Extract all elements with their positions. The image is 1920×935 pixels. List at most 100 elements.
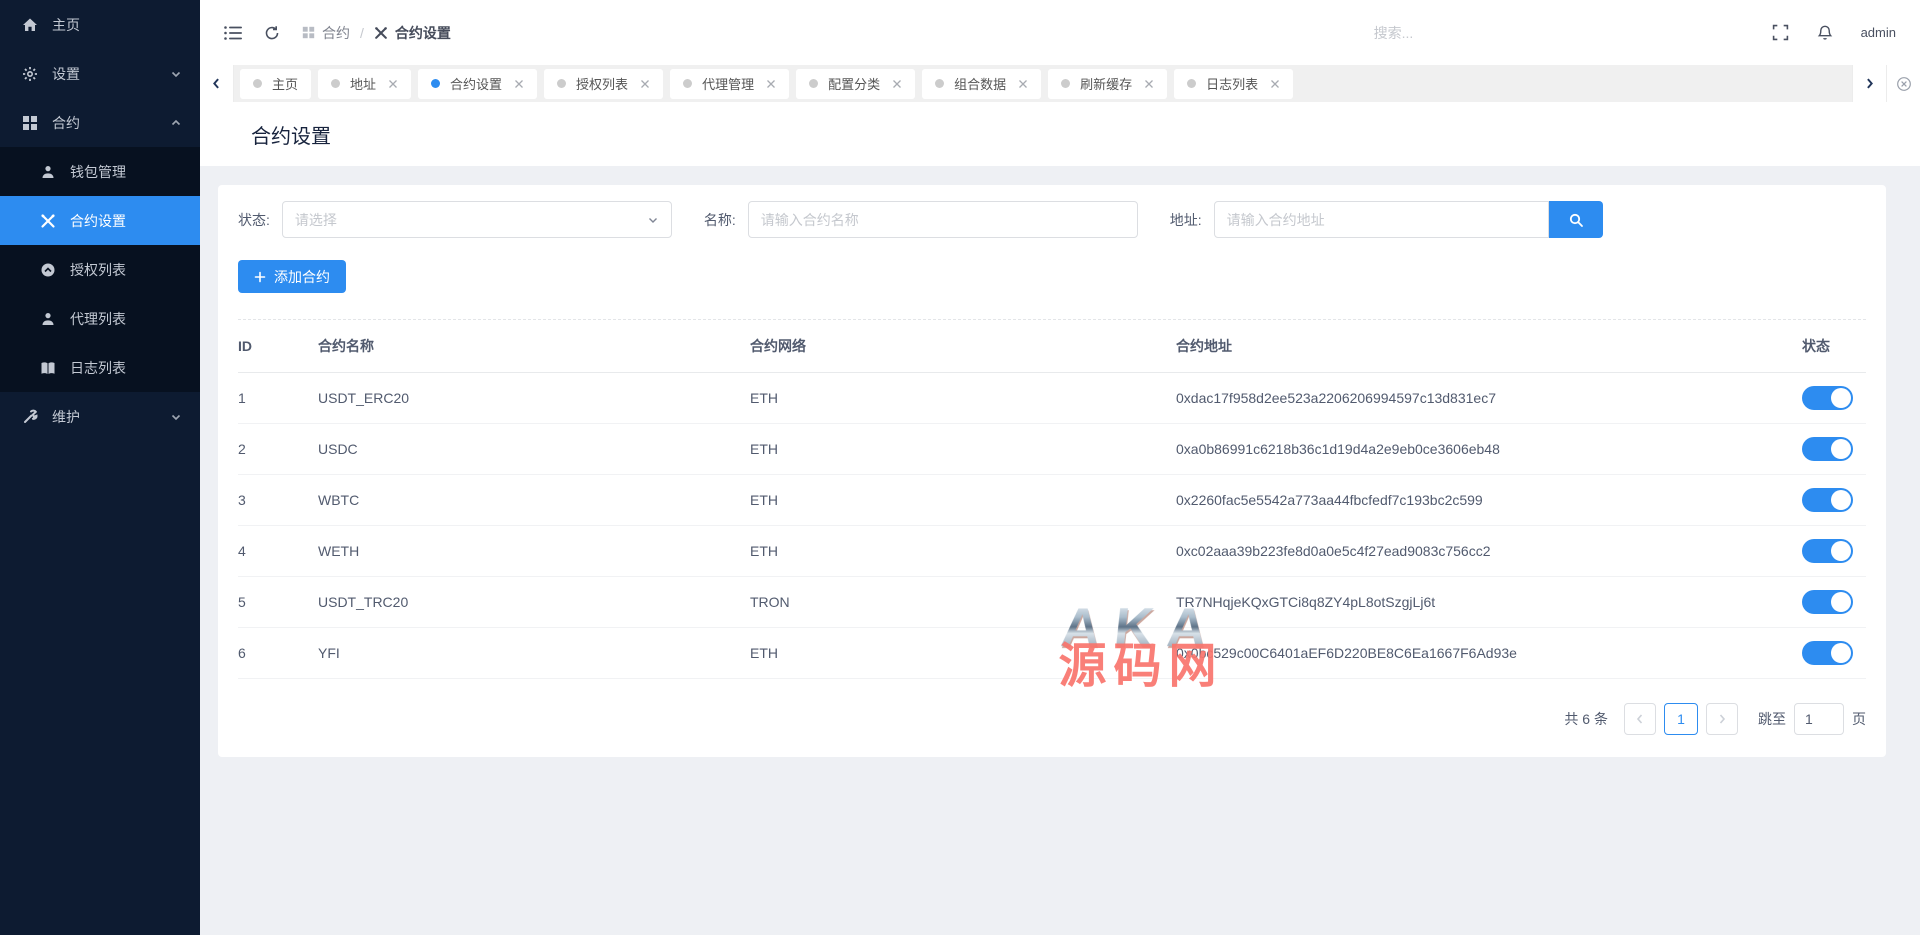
add-contract-button[interactable]: 添加合约 [238, 260, 346, 293]
fullscreen-icon[interactable] [1772, 24, 1789, 41]
sidebar-item-maintenance[interactable]: 维护 [0, 392, 200, 441]
sidebar-item-label: 授权列表 [70, 260, 182, 280]
sidebar-item-label: 主页 [52, 15, 182, 35]
content-area: 状态: 请选择 名称: 地址: [200, 166, 1920, 935]
cell-id: 3 [238, 475, 318, 526]
add-contract-label: 添加合约 [274, 267, 330, 287]
status-select[interactable]: 请选择 [282, 201, 672, 238]
name-input[interactable] [748, 201, 1138, 238]
tools-icon [374, 26, 388, 40]
toggle-knob [1831, 490, 1851, 510]
user-menu[interactable]: admin [1861, 25, 1896, 40]
sidebar-item-contract-settings[interactable]: 合约设置 [0, 196, 200, 245]
app-window: 主页 设置 合约 钱包管理 [0, 0, 1920, 935]
pagination-jump-input[interactable] [1794, 703, 1844, 735]
search-button[interactable] [1549, 201, 1603, 238]
tab-dot-icon [809, 79, 818, 88]
search-input[interactable]: 搜索... [1374, 23, 1594, 43]
tab-auth-list[interactable]: 授权列表 [544, 69, 663, 99]
tab-dot-icon [557, 79, 566, 88]
sidebar-item-log-list[interactable]: 日志列表 [0, 343, 200, 392]
bell-icon[interactable] [1817, 24, 1833, 41]
chevron-up-icon [170, 117, 182, 129]
sidebar-item-label: 钱包管理 [70, 162, 182, 182]
cell-network: ETH [750, 373, 1176, 424]
tab-close-icon[interactable] [1270, 79, 1280, 89]
status-toggle[interactable] [1802, 437, 1853, 461]
tab-close-icon[interactable] [388, 79, 398, 89]
tab-close-icon[interactable] [892, 79, 902, 89]
title-band: 合约设置 [200, 102, 1920, 166]
tab-dot-icon [431, 79, 440, 88]
topbar-right: 搜索... admin [1374, 23, 1896, 43]
toggle-knob [1831, 439, 1851, 459]
cell-address: 0xc02aaa39b223fe8d0a0e5c4f27ead9083c756c… [1176, 526, 1802, 577]
chevron-down-icon [170, 411, 182, 423]
tab-label: 主页 [272, 74, 298, 93]
address-label: 地址: [1170, 210, 1202, 230]
column-header-status: 状态 [1802, 320, 1866, 373]
cell-id: 1 [238, 373, 318, 424]
tab-label: 组合数据 [954, 74, 1006, 93]
tab-config-category[interactable]: 配置分类 [796, 69, 915, 99]
filter-status: 状态: 请选择 [238, 201, 672, 238]
filter-row: 状态: 请选择 名称: 地址: [238, 201, 1866, 238]
status-toggle[interactable] [1802, 386, 1853, 410]
pagination-prev-button[interactable] [1624, 703, 1656, 735]
address-input[interactable] [1214, 201, 1549, 238]
pagination-page-1[interactable]: 1 [1664, 703, 1698, 735]
cell-id: 6 [238, 628, 318, 679]
filter-address: 地址: [1170, 201, 1603, 238]
status-toggle[interactable] [1802, 488, 1853, 512]
status-toggle[interactable] [1802, 590, 1853, 614]
book-icon [40, 360, 56, 376]
tab-close-icon[interactable] [766, 79, 776, 89]
table-row: 2 USDC ETH 0xa0b86991c6218b36c1d19d4a2e9… [238, 424, 1866, 475]
toggle-knob [1831, 388, 1851, 408]
pagination-next-button[interactable] [1706, 703, 1738, 735]
tab-combo-data[interactable]: 组合数据 [922, 69, 1041, 99]
cell-name: USDC [318, 424, 750, 475]
tab-refresh-cache[interactable]: 刷新缓存 [1048, 69, 1167, 99]
tabs-scroll-left-button[interactable] [200, 65, 234, 102]
tab-close-icon[interactable] [1018, 79, 1028, 89]
tabs-close-all-button[interactable] [1886, 65, 1920, 102]
table-row: 4 WETH ETH 0xc02aaa39b223fe8d0a0e5c4f27e… [238, 526, 1866, 577]
tab-close-icon[interactable] [514, 79, 524, 89]
sidebar-item-label: 维护 [52, 407, 170, 427]
contracts-table: ID 合约名称 合约网络 合约地址 状态 1 USDT_ERC20 [238, 319, 1866, 679]
filter-name: 名称: [704, 201, 1138, 238]
table-row: 5 USDT_TRC20 TRON TR7NHqjeKQxGTCi8q8ZY4p… [238, 577, 1866, 628]
tab-close-icon[interactable] [640, 79, 650, 89]
status-label: 状态: [238, 210, 270, 230]
tab-home[interactable]: 主页 [240, 69, 311, 99]
sidebar-item-auth-list[interactable]: 授权列表 [0, 245, 200, 294]
sidebar-item-label: 合约设置 [70, 211, 182, 231]
sidebar-item-contracts[interactable]: 合约 [0, 98, 200, 147]
sidebar-item-agent-list[interactable]: 代理列表 [0, 294, 200, 343]
tab-dot-icon [1187, 79, 1196, 88]
tab-log-list[interactable]: 日志列表 [1174, 69, 1293, 99]
status-toggle[interactable] [1802, 641, 1853, 665]
sidebar-item-home[interactable]: 主页 [0, 0, 200, 49]
tab-address[interactable]: 地址 [318, 69, 411, 99]
refresh-icon[interactable] [264, 25, 280, 41]
tab-contract-settings[interactable]: 合约设置 [418, 69, 537, 99]
tab-close-icon[interactable] [1144, 79, 1154, 89]
status-toggle[interactable] [1802, 539, 1853, 563]
cell-address: 0xdac17f958d2ee523a2206206994597c13d831e… [1176, 373, 1802, 424]
tabs-scroll-right-button[interactable] [1852, 65, 1886, 102]
sidebar-item-wallet-manage[interactable]: 钱包管理 [0, 147, 200, 196]
menu-collapse-icon[interactable] [224, 25, 242, 41]
cell-network: ETH [750, 628, 1176, 679]
tabs-scroll: 主页 地址 合约设置 授权列表 [234, 65, 1852, 102]
tab-agent-manage[interactable]: 代理管理 [670, 69, 789, 99]
pagination-total: 共 6 条 [1564, 709, 1608, 729]
wrench-icon [22, 409, 38, 425]
chevron-down-icon [170, 68, 182, 80]
toggle-knob [1831, 592, 1851, 612]
cell-name: YFI [318, 628, 750, 679]
sidebar-item-settings[interactable]: 设置 [0, 49, 200, 98]
toggle-knob [1831, 643, 1851, 663]
breadcrumb-section[interactable]: 合约 [302, 23, 350, 43]
